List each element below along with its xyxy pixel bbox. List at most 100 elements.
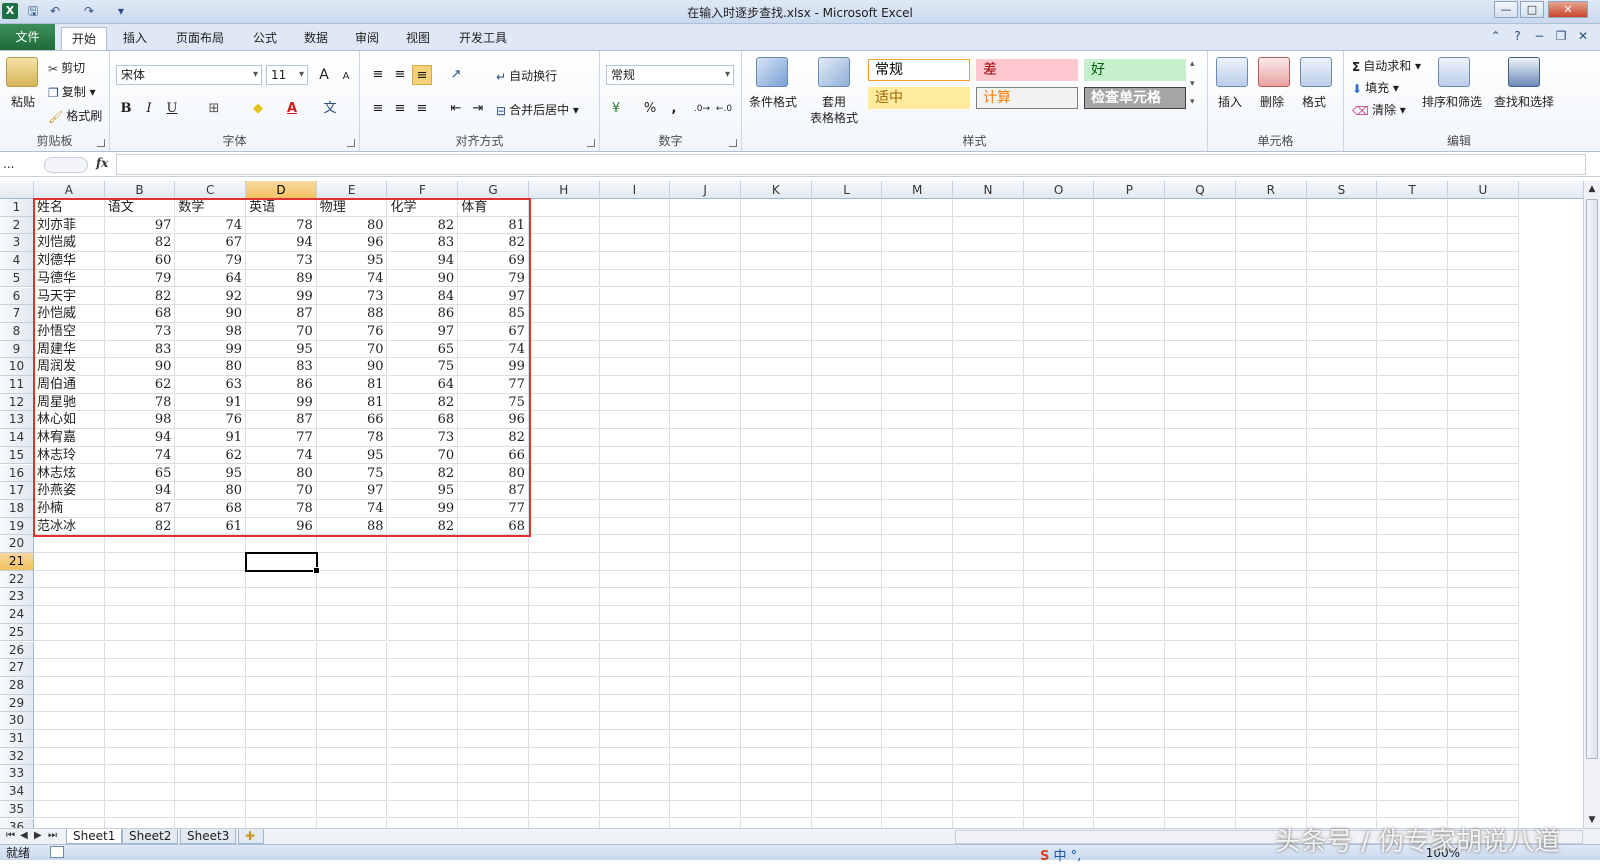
empty-cell[interactable] (1306, 411, 1378, 430)
styles-scroll-up-icon[interactable]: ▴ (1190, 59, 1195, 69)
score-cell[interactable]: 95 (316, 446, 388, 465)
empty-cell[interactable] (1023, 411, 1095, 430)
row-header-29[interactable]: 29 (0, 694, 34, 713)
column-header-o[interactable]: O (1024, 181, 1095, 199)
row-header-27[interactable]: 27 (0, 659, 34, 677)
empty-cell[interactable] (882, 287, 954, 306)
empty-cell[interactable] (1235, 234, 1307, 253)
score-cell[interactable]: 75 (387, 358, 459, 376)
empty-cell[interactable] (387, 535, 459, 553)
score-cell[interactable]: 68 (458, 517, 529, 536)
empty-cell[interactable] (953, 588, 1024, 607)
empty-cell[interactable] (1165, 659, 1236, 677)
empty-cell[interactable] (1023, 747, 1095, 766)
empty-cell[interactable] (1023, 800, 1095, 819)
font-size-select[interactable]: 11 (266, 65, 308, 85)
score-cell[interactable]: 82 (458, 429, 529, 447)
empty-cell[interactable] (387, 800, 459, 819)
empty-cell[interactable] (599, 393, 671, 412)
worksheet-grid[interactable]: ABCDEFGHIJKLMNOPQRSTU 1 姓名 语文 数学 英语 物理 化学 体育 2 刘亦… (0, 181, 1600, 828)
empty-cell[interactable] (316, 800, 388, 819)
font-color-icon[interactable]: A (282, 99, 302, 119)
empty-cell[interactable] (1377, 269, 1448, 288)
score-cell[interactable]: 97 (316, 482, 388, 500)
empty-cell[interactable] (811, 446, 883, 465)
empty-cell[interactable] (1023, 393, 1095, 412)
empty-cell[interactable] (1448, 216, 1519, 235)
empty-cell[interactable] (811, 499, 883, 518)
header-cell[interactable]: 化学 (387, 199, 459, 217)
empty-cell[interactable] (599, 730, 671, 748)
empty-cell[interactable] (882, 446, 954, 465)
empty-cell[interactable] (1235, 446, 1307, 465)
empty-cell[interactable] (1377, 376, 1448, 394)
score-cell[interactable]: 85 (458, 305, 529, 323)
score-cell[interactable]: 74 (316, 269, 388, 288)
empty-cell[interactable] (811, 517, 883, 536)
empty-cell[interactable] (175, 694, 247, 713)
score-cell[interactable]: 64 (175, 269, 247, 288)
empty-cell[interactable] (1165, 499, 1236, 518)
shrink-font-button[interactable]: A (336, 67, 356, 87)
empty-cell[interactable] (811, 606, 883, 624)
empty-cell[interactable] (953, 641, 1024, 660)
empty-cell[interactable] (599, 252, 671, 270)
empty-cell[interactable] (1377, 199, 1448, 217)
empty-cell[interactable] (1165, 800, 1236, 819)
empty-cell[interactable] (953, 517, 1024, 536)
empty-cell[interactable] (1377, 570, 1448, 589)
empty-cell[interactable] (1165, 376, 1236, 394)
score-cell[interactable]: 70 (316, 340, 388, 359)
empty-cell[interactable] (953, 800, 1024, 819)
empty-cell[interactable] (670, 570, 741, 589)
empty-cell[interactable] (741, 553, 812, 571)
empty-cell[interactable] (953, 553, 1024, 571)
empty-cell[interactable] (953, 446, 1024, 465)
empty-cell[interactable] (953, 216, 1024, 235)
score-cell[interactable]: 70 (246, 482, 317, 500)
empty-cell[interactable] (528, 676, 600, 695)
empty-cell[interactable] (953, 482, 1024, 500)
score-cell[interactable]: 77 (458, 499, 529, 518)
empty-cell[interactable] (1377, 305, 1448, 323)
empty-cell[interactable] (1235, 252, 1307, 270)
score-cell[interactable]: 95 (387, 482, 459, 500)
empty-cell[interactable] (670, 641, 741, 660)
empty-cell[interactable] (953, 818, 1024, 828)
empty-cell[interactable] (1306, 606, 1378, 624)
tab-view[interactable]: 视图 (396, 27, 440, 50)
delete-cells-icon[interactable] (1258, 57, 1290, 87)
empty-cell[interactable] (811, 641, 883, 660)
empty-cell[interactable] (528, 517, 600, 536)
empty-cell[interactable] (670, 606, 741, 624)
empty-cell[interactable] (1094, 287, 1166, 306)
empty-cell[interactable] (175, 818, 247, 828)
empty-cell[interactable] (882, 340, 954, 359)
empty-cell[interactable] (387, 730, 459, 748)
name-cell[interactable]: 周星驰 (34, 393, 105, 412)
row-header-33[interactable]: 33 (0, 765, 34, 784)
empty-cell[interactable] (670, 234, 741, 253)
empty-cell[interactable] (670, 429, 741, 447)
score-cell[interactable]: 74 (175, 216, 247, 235)
empty-cell[interactable] (387, 606, 459, 624)
empty-cell[interactable] (1094, 570, 1166, 589)
empty-cell[interactable] (1094, 659, 1166, 677)
empty-cell[interactable] (528, 712, 600, 730)
sheet-tab-sheet3[interactable]: Sheet3 (180, 829, 237, 844)
score-cell[interactable]: 86 (387, 305, 459, 323)
empty-cell[interactable] (1235, 482, 1307, 500)
empty-cell[interactable] (1377, 517, 1448, 536)
score-cell[interactable]: 88 (316, 305, 388, 323)
empty-cell[interactable] (1235, 659, 1307, 677)
empty-cell[interactable] (811, 358, 883, 376)
empty-cell[interactable] (316, 623, 388, 642)
empty-cell[interactable] (741, 411, 812, 430)
score-cell[interactable]: 68 (104, 305, 176, 323)
empty-cell[interactable] (741, 269, 812, 288)
format-cells-button[interactable]: 格式 (1302, 93, 1326, 110)
empty-cell[interactable] (104, 535, 176, 553)
empty-cell[interactable] (528, 199, 600, 217)
empty-cell[interactable] (175, 676, 247, 695)
score-cell[interactable]: 67 (175, 234, 247, 253)
